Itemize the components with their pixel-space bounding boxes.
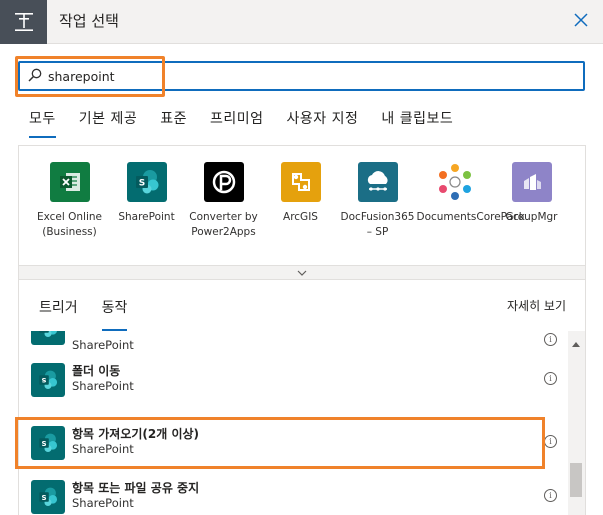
connector-name: ArcGIS <box>283 211 318 223</box>
list-item[interactable]: S 폴더 이동 SharePoint i <box>19 353 567 407</box>
dialog-title: 작업 선택 <box>59 12 119 30</box>
action-title: 폴더 이동 <box>72 364 121 378</box>
tab-built-in[interactable]: 기본 제공 <box>79 108 137 138</box>
list-item[interactable]: S 항목 또는 파일 공유 중지 SharePoint i <box>19 471 567 515</box>
close-icon <box>574 13 588 27</box>
action-title: 항목 또는 파일 공유 중지 <box>72 481 200 495</box>
chevron-down-icon <box>297 270 307 276</box>
tab-triggers[interactable]: 트리거 <box>39 297 78 331</box>
connector-documentscorepack[interactable]: DocumentsCorePack <box>416 162 525 240</box>
list-item[interactable]: S SharePoint i <box>19 331 567 355</box>
expand-connectors-button[interactable] <box>19 265 585 279</box>
tab-actions[interactable]: 동작 <box>101 297 127 331</box>
dialog-header: 작업 선택 <box>0 0 603 44</box>
connector-arcgis[interactable]: ArcGIS <box>262 162 339 240</box>
action-connector: SharePoint <box>72 442 134 456</box>
connector-sharepoint[interactable]: S SharePoint <box>108 162 185 240</box>
actions-panel: 트리거 동작 자세히 보기 S SharePoint i S 폴더 이동 Sha… <box>18 279 586 515</box>
sharepoint-icon: S <box>31 480 65 514</box>
search-icon <box>28 68 42 82</box>
search-input[interactable] <box>48 66 568 86</box>
arcgis-icon <box>280 162 321 202</box>
sharepoint-icon: S <box>31 363 65 397</box>
info-icon[interactable]: i <box>544 435 557 448</box>
operation-icon <box>0 0 47 44</box>
connector-list: Excel Online (Business) S SharePoint Con… <box>18 145 586 280</box>
groupmgr-icon <box>511 162 552 202</box>
category-tabs: 모두 기본 제공 표준 프리미엄 사용자 지정 내 클립보드 <box>29 108 476 138</box>
documentscorepack-icon <box>434 162 475 202</box>
connector-name: DocFusion365 – SP <box>340 211 415 238</box>
see-more-link[interactable]: 자세히 보기 <box>507 297 566 314</box>
svg-text:S: S <box>138 179 144 189</box>
action-title: 항목 가져오기(2개 이상) <box>72 427 200 441</box>
close-button[interactable] <box>569 8 593 32</box>
connector-docfusion365[interactable]: DocFusion365 – SP <box>339 162 416 240</box>
connector-name: Excel Online (Business) <box>36 211 103 238</box>
tab-standard[interactable]: 표준 <box>160 108 187 138</box>
info-icon[interactable]: i <box>544 372 557 385</box>
action-connector: SharePoint <box>72 379 134 393</box>
action-connector: SharePoint <box>72 338 134 352</box>
svg-text:S: S <box>42 376 47 385</box>
connector-power2apps[interactable]: Converter by Power2Apps <box>185 162 262 240</box>
search-box[interactable] <box>18 61 585 91</box>
tab-all[interactable]: 모두 <box>29 108 56 138</box>
tab-premium[interactable]: 프리미엄 <box>210 108 264 138</box>
connector-name: GroupMgr <box>505 211 558 223</box>
sharepoint-icon: S <box>126 162 167 202</box>
connector-excel-online[interactable]: Excel Online (Business) <box>31 162 108 240</box>
connector-name: DocumentsCorePack <box>416 211 525 223</box>
info-icon[interactable]: i <box>544 333 557 346</box>
info-icon[interactable]: i <box>544 489 557 502</box>
svg-text:S: S <box>42 439 47 448</box>
svg-text:S: S <box>42 331 47 333</box>
svg-text:S: S <box>42 493 47 502</box>
list-item-highlighted[interactable]: S 항목 가져오기(2개 이상) SharePoint i <box>19 417 567 471</box>
excel-icon <box>49 162 90 202</box>
docfusion-icon <box>357 162 398 202</box>
scrollbar-thumb[interactable] <box>570 463 582 497</box>
sharepoint-icon: S <box>31 426 65 460</box>
tab-my-clipboard[interactable]: 내 클립보드 <box>381 108 453 138</box>
scroll-up-icon[interactable] <box>572 341 580 347</box>
action-list: S SharePoint i S 폴더 이동 SharePoint i S 항목… <box>19 331 567 515</box>
action-connector: SharePoint <box>72 496 134 510</box>
power2apps-icon <box>203 162 244 202</box>
connector-name: SharePoint <box>118 211 175 223</box>
connector-name: Converter by Power2Apps <box>189 211 258 238</box>
connector-groupmgr[interactable]: GroupMgr <box>493 162 570 240</box>
tab-custom[interactable]: 사용자 지정 <box>287 108 359 138</box>
sharepoint-icon: S <box>31 331 65 345</box>
action-list-scrollbar[interactable] <box>568 331 585 515</box>
